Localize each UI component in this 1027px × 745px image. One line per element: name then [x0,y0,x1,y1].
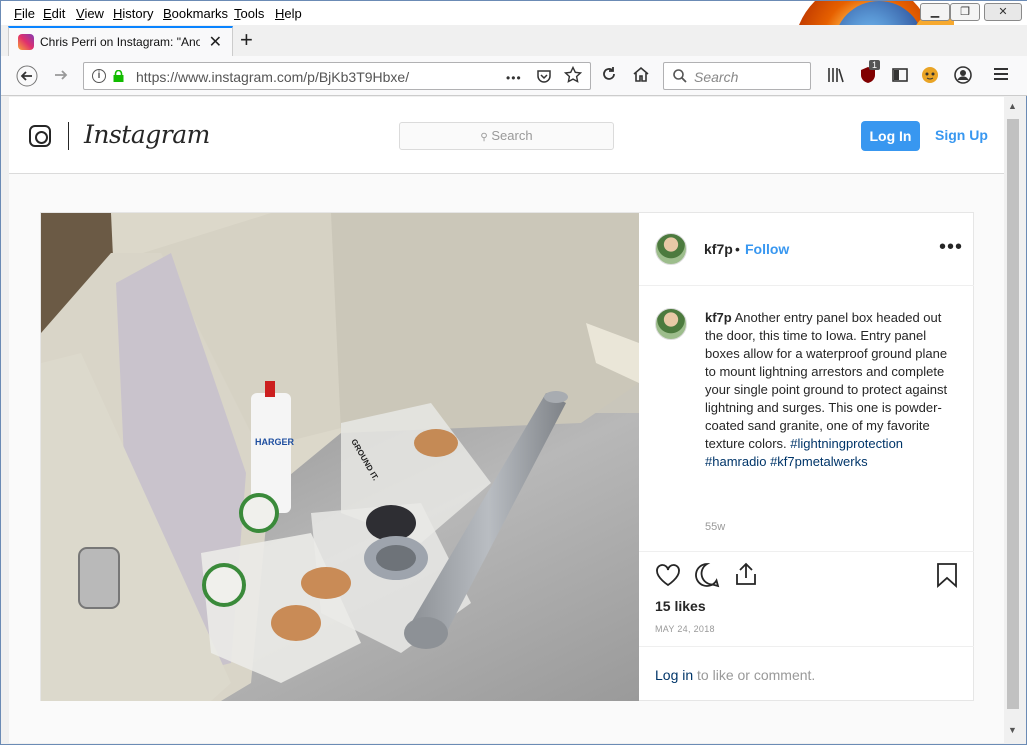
instagram-search-input[interactable]: ⚲ Search [399,122,614,150]
reload-icon [603,67,615,80]
new-tab-button[interactable]: + [240,27,253,53]
post-sidebar: kf7p • Follow ••• kf7p Another entry pan… [639,213,974,701]
page-actions-menu-icon[interactable]: ••• [506,71,522,85]
search-placeholder: Search [694,69,739,85]
bottle-label: HARGER [255,437,295,447]
tab-instagram[interactable]: Chris Perri on Instagram: "Anot ✕ [8,26,233,56]
menu-tools[interactable]: Tools [234,6,264,21]
caption-avatar[interactable] [655,308,687,340]
post-photo-image: HARGER GROUND IT. [41,213,639,701]
login-separator [639,646,974,647]
lock-icon [113,70,124,82]
actions-separator [639,551,974,552]
forward-arrow-icon [55,70,68,80]
url-text: https://www.instagram.com/p/BjKb3T9Hbxe/ [136,69,410,85]
back-button[interactable] [15,65,39,89]
follow-button[interactable]: Follow [745,241,789,257]
tab-close-icon[interactable]: ✕ [209,32,222,52]
reload-button[interactable] [597,65,621,89]
login-button[interactable]: Log In [861,121,920,151]
search-icon: ⚲ [480,132,488,143]
search-bar[interactable]: Search [663,62,811,90]
bookmark-star-icon[interactable] [563,65,583,84]
comment-icon[interactable] [694,562,720,588]
vertical-scrollbar[interactable]: ▲ ▼ [1004,97,1022,743]
minimize-button[interactable]: ▁ [920,3,950,21]
forward-button[interactable] [49,65,73,89]
login-link[interactable]: Log in [655,667,693,683]
home-button[interactable] [629,65,653,89]
menu-edit[interactable]: Edit [43,6,65,21]
extension-monkey-icon[interactable] [921,66,939,89]
close-window-button[interactable]: ✕ [984,3,1022,21]
like-heart-icon[interactable] [655,563,681,587]
site-info-icon[interactable]: i [92,69,106,83]
menu-history[interactable]: History [113,6,153,21]
login-prompt: Log in to like or comment. [655,667,815,683]
page-content: Instagram ⚲ Search Log In Sign Up HARGER… [9,97,1004,743]
post-caption: kf7p Another entry panel box headed out … [705,309,955,471]
more-options-icon[interactable]: ••• [939,236,963,259]
post-age: 55w [705,521,726,533]
save-bookmark-icon[interactable] [936,562,958,588]
instagram-header: Instagram ⚲ Search Log In Sign Up [9,97,1004,174]
sidebar-icon[interactable] [891,66,909,89]
scroll-down-arrow-icon[interactable]: ▼ [1008,725,1017,735]
instagram-wordmark[interactable]: Instagram [84,120,210,149]
hashtag-link[interactable]: #hamradio [705,454,766,469]
search-icon [673,69,687,83]
maximize-button[interactable]: ❐ [950,3,980,21]
page-actions: ••• [506,65,583,88]
login-prompt-text: to like or comment. [693,667,816,683]
home-icon [633,66,649,82]
pocket-icon[interactable] [536,68,552,84]
post-photo[interactable]: HARGER GROUND IT. [41,213,639,701]
hashtag-link[interactable]: #kf7pmetalwerks [770,454,868,469]
header-divider [68,122,69,150]
instagram-favicon-icon [18,34,34,50]
caption-username[interactable]: kf7p [705,310,732,325]
hamburger-menu-icon[interactable] [993,66,1009,87]
ublock-badge: 1 [869,60,881,70]
back-arrow-icon [16,65,38,87]
signup-link[interactable]: Sign Up [935,127,988,143]
menu-file[interactable]: File [14,6,35,21]
nav-bar: i https://www.instagram.com/p/BjKb3T9Hbx… [1,56,1027,96]
menu-bookmarks[interactable]: Bookmarks [163,6,228,21]
library-icon[interactable] [827,66,845,89]
follow-bullet: • [735,241,740,257]
share-icon[interactable] [734,561,758,587]
author-username[interactable]: kf7p [704,241,733,257]
menu-help[interactable]: Help [275,6,302,21]
browser-window: File Edit View History Bookmarks Tools H… [0,0,1027,745]
tab-title: Chris Perri on Instagram: "Anot [40,35,200,49]
hashtag-link[interactable]: #lightningprotection [790,436,903,451]
instagram-logo-icon[interactable] [29,125,51,147]
menu-view[interactable]: View [76,6,104,21]
scroll-up-arrow-icon[interactable]: ▲ [1008,101,1017,111]
header-separator [639,285,974,286]
tab-strip: Chris Perri on Instagram: "Anot ✕ + [1,25,1027,56]
author-avatar[interactable] [655,233,687,265]
instagram-search-placeholder: Search [491,128,533,143]
url-bar[interactable]: i https://www.instagram.com/p/BjKb3T9Hbx… [83,62,591,90]
scrollbar-thumb[interactable] [1007,119,1019,709]
account-icon[interactable] [954,66,972,89]
caption-text: Another entry panel box headed out the d… [705,310,948,451]
post-card: HARGER GROUND IT. kf7p • Follow ••• kf7p… [40,212,974,701]
post-date: MAY 24, 2018 [655,624,715,634]
likes-count[interactable]: 15 likes [655,598,706,614]
ublock-icon[interactable]: 1 [859,60,881,89]
